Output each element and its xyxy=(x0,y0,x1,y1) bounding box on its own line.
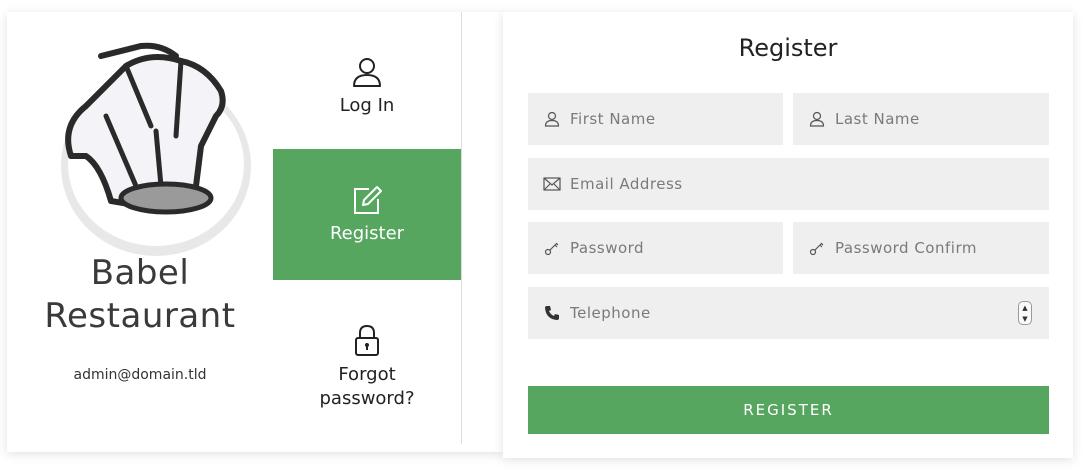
last-name-input[interactable] xyxy=(835,110,1049,128)
form-title: Register xyxy=(738,34,838,62)
password-confirm-input[interactable] xyxy=(835,239,1049,257)
user-icon xyxy=(353,58,381,87)
user-icon xyxy=(542,109,562,129)
edit-icon xyxy=(354,185,382,214)
brand-name: Babel Restaurant xyxy=(7,252,273,338)
key-icon xyxy=(542,238,562,258)
nav-divider xyxy=(461,12,462,444)
nav-login-label: Log In xyxy=(339,95,395,116)
phone-icon xyxy=(542,303,562,323)
brand-panel: Babel Restaurant admin@domain.tld xyxy=(7,12,273,452)
password-field xyxy=(528,222,783,274)
brand-name-line2: Restaurant xyxy=(44,296,236,336)
telephone-spinner[interactable]: ▲ ▼ xyxy=(1018,301,1032,325)
password-input[interactable] xyxy=(570,239,783,257)
admin-email: admin@domain.tld xyxy=(73,367,207,383)
nav-login[interactable]: Log In xyxy=(273,32,461,142)
nav-forgot-label-line1: Forgot xyxy=(338,364,396,385)
nav-forgot-password[interactable]: Forgot password? xyxy=(273,302,461,432)
register-form-card: Register ▲ ▼ xyxy=(503,12,1073,458)
nav-forgot-label-line2: password? xyxy=(319,388,415,409)
register-button[interactable]: REGISTER xyxy=(528,386,1049,434)
spinner-down-icon[interactable]: ▼ xyxy=(1022,315,1027,323)
last-name-field xyxy=(793,93,1049,145)
telephone-field: ▲ ▼ xyxy=(528,287,1049,339)
first-name-field xyxy=(528,93,783,145)
email-input[interactable] xyxy=(570,175,1049,193)
email-field xyxy=(528,158,1049,210)
user-icon xyxy=(807,109,827,129)
password-confirm-field xyxy=(793,222,1049,274)
auth-nav: Log In Register Forgot password? xyxy=(273,12,461,452)
first-name-input[interactable] xyxy=(570,110,783,128)
brand-name-line1: Babel xyxy=(90,253,190,293)
nav-register-label: Register xyxy=(329,222,405,244)
chef-hat-icon xyxy=(61,42,251,256)
spinner-up-icon[interactable]: ▲ xyxy=(1022,304,1027,312)
auth-nav-card: Babel Restaurant admin@domain.tld Log In… xyxy=(7,12,503,452)
lock-icon xyxy=(355,324,379,356)
telephone-input[interactable] xyxy=(570,304,1049,322)
nav-register[interactable]: Register xyxy=(273,149,461,280)
key-icon xyxy=(807,238,827,258)
envelope-icon xyxy=(542,174,562,194)
